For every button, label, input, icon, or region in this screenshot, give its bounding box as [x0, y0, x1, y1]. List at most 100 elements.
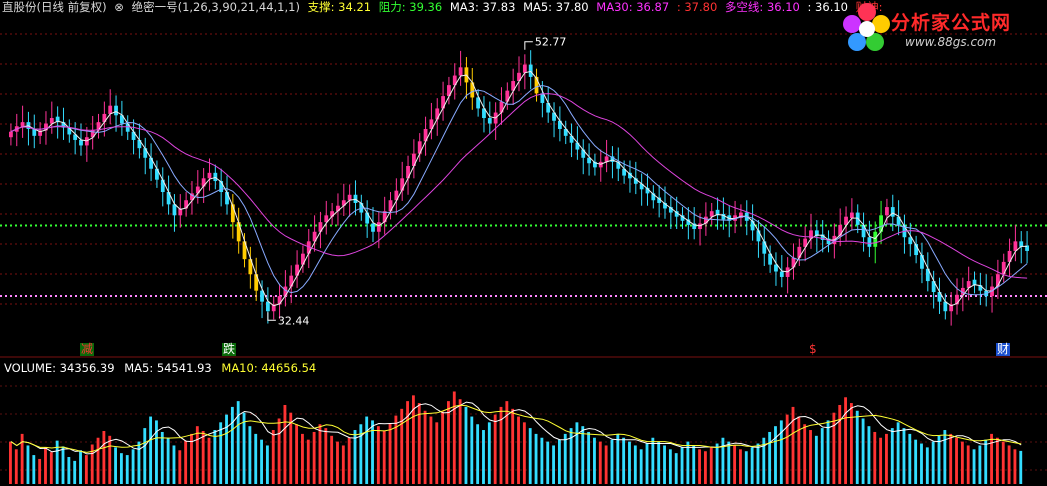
volume-bar [733, 445, 737, 484]
volume-bar [143, 428, 147, 484]
volume-bar [388, 423, 392, 484]
volume-bar [686, 441, 690, 484]
signal-dollar[interactable]: $ [808, 343, 818, 356]
volume-bar [914, 439, 918, 484]
volume-bar [774, 426, 777, 484]
volume-bar [447, 401, 450, 484]
indicator-toggle-icon[interactable]: ⊗ [114, 0, 124, 14]
volume-bar [750, 447, 754, 484]
volume-bar [464, 406, 468, 484]
volume-bar [341, 445, 345, 484]
volume-bar [557, 439, 561, 484]
extra-value-2: : 36.10 [807, 0, 848, 14]
volume-bar [943, 430, 947, 484]
volume-bar [230, 406, 234, 484]
volume-bar [809, 430, 812, 484]
volume-bar [861, 418, 865, 484]
volume-bar [166, 437, 170, 484]
volume-bar [108, 435, 112, 484]
volume-bar [978, 445, 982, 484]
volume-bar [838, 404, 842, 484]
volume-bar [306, 439, 310, 484]
volume-value: VOLUME: 34356.39 [4, 361, 115, 375]
chart-window: 52.77 32.44 直股份(日线 前复权) ⊗ 绝密一号(1,26,3,90,… [0, 0, 1047, 486]
volume-bar [330, 435, 334, 484]
volume-bar [908, 433, 912, 484]
volume-bar [26, 445, 30, 484]
indicator-name[interactable]: 绝密一号(1,26,3,90,21,44,1,1) [132, 0, 300, 14]
volume-bar [155, 420, 158, 484]
volume-bar [902, 428, 906, 484]
volume-bar [563, 433, 567, 484]
volume-bar [715, 443, 719, 484]
volume-bar [382, 431, 386, 484]
volume-bar [207, 437, 211, 484]
signal-cai[interactable]: 财 [996, 343, 1011, 356]
volume-bar [844, 397, 847, 484]
volume-bar [797, 416, 801, 484]
volume-bar [125, 455, 129, 484]
volume-bar [90, 444, 94, 484]
volume-bar [32, 455, 36, 484]
volume-bar [172, 445, 176, 484]
stock-title[interactable]: 直股份(日线 前复权) [2, 0, 107, 14]
volume-bar [318, 424, 322, 484]
volume-bar [1019, 450, 1023, 484]
volume-bar [271, 430, 275, 484]
volume-bar [768, 431, 772, 484]
duokong-value: 多空线: 36.10 [724, 0, 800, 14]
volume-bar [119, 453, 123, 484]
volume-bar [452, 391, 456, 484]
volume-bar [879, 437, 883, 484]
volume-bar [476, 424, 480, 484]
volume-bar [1013, 449, 1017, 484]
volume-bar [254, 433, 258, 484]
flower-logo-icon [843, 3, 890, 51]
volume-bar [616, 433, 620, 484]
volume-bar [546, 441, 550, 484]
logo-url: www.88gs.com [905, 35, 997, 49]
ma30-value: MA30: 36.87 [596, 0, 670, 14]
volume-header: VOLUME: 34356.39 MA5: 54541.93 MA10: 446… [4, 361, 322, 375]
volume-bar [499, 406, 503, 484]
volume-bar [312, 431, 316, 484]
volume-bar [803, 424, 807, 484]
extra-value-1: : 37.80 [676, 0, 718, 14]
volume-bar [248, 426, 252, 484]
volume-bar [260, 439, 263, 484]
volume-bar [394, 415, 398, 484]
volume-bar [505, 401, 509, 484]
volume-panel[interactable] [0, 0, 1047, 486]
volume-bar [832, 412, 836, 484]
volume-bar [102, 431, 106, 484]
volume-bar [885, 433, 888, 484]
volume-bar [855, 410, 859, 484]
volume-bar [184, 440, 188, 484]
volume-bar [925, 447, 929, 484]
volume-bar [628, 441, 631, 484]
signal-jian[interactable]: 减 [80, 343, 95, 356]
volume-bar [283, 404, 287, 484]
volume-bar [417, 403, 421, 484]
volume-bar [528, 428, 532, 484]
volume-bar [587, 431, 591, 484]
indicator-header: 直股份(日线 前复权) ⊗ 绝密一号(1,26,3,90,21,44,1,1) … [2, 0, 887, 16]
volume-bar [265, 445, 269, 484]
volume-bar [598, 441, 602, 484]
volume-bar [225, 414, 228, 484]
volume-bar [38, 458, 42, 484]
volume-bar [966, 445, 970, 484]
volume-bar [955, 437, 958, 484]
volume-bar [896, 422, 900, 484]
volume-bar [49, 452, 53, 484]
volume-bar [511, 408, 515, 484]
volume-bar [990, 433, 993, 484]
volume-bar [668, 449, 672, 484]
volume-bar [242, 412, 246, 484]
volume-bar [920, 443, 923, 484]
volume-bar [826, 420, 830, 484]
volume-bar [429, 416, 433, 484]
signal-die[interactable]: 跌 [222, 343, 237, 356]
volume-bar [61, 446, 65, 484]
volume-ma10-value: MA10: 44656.54 [221, 361, 317, 375]
